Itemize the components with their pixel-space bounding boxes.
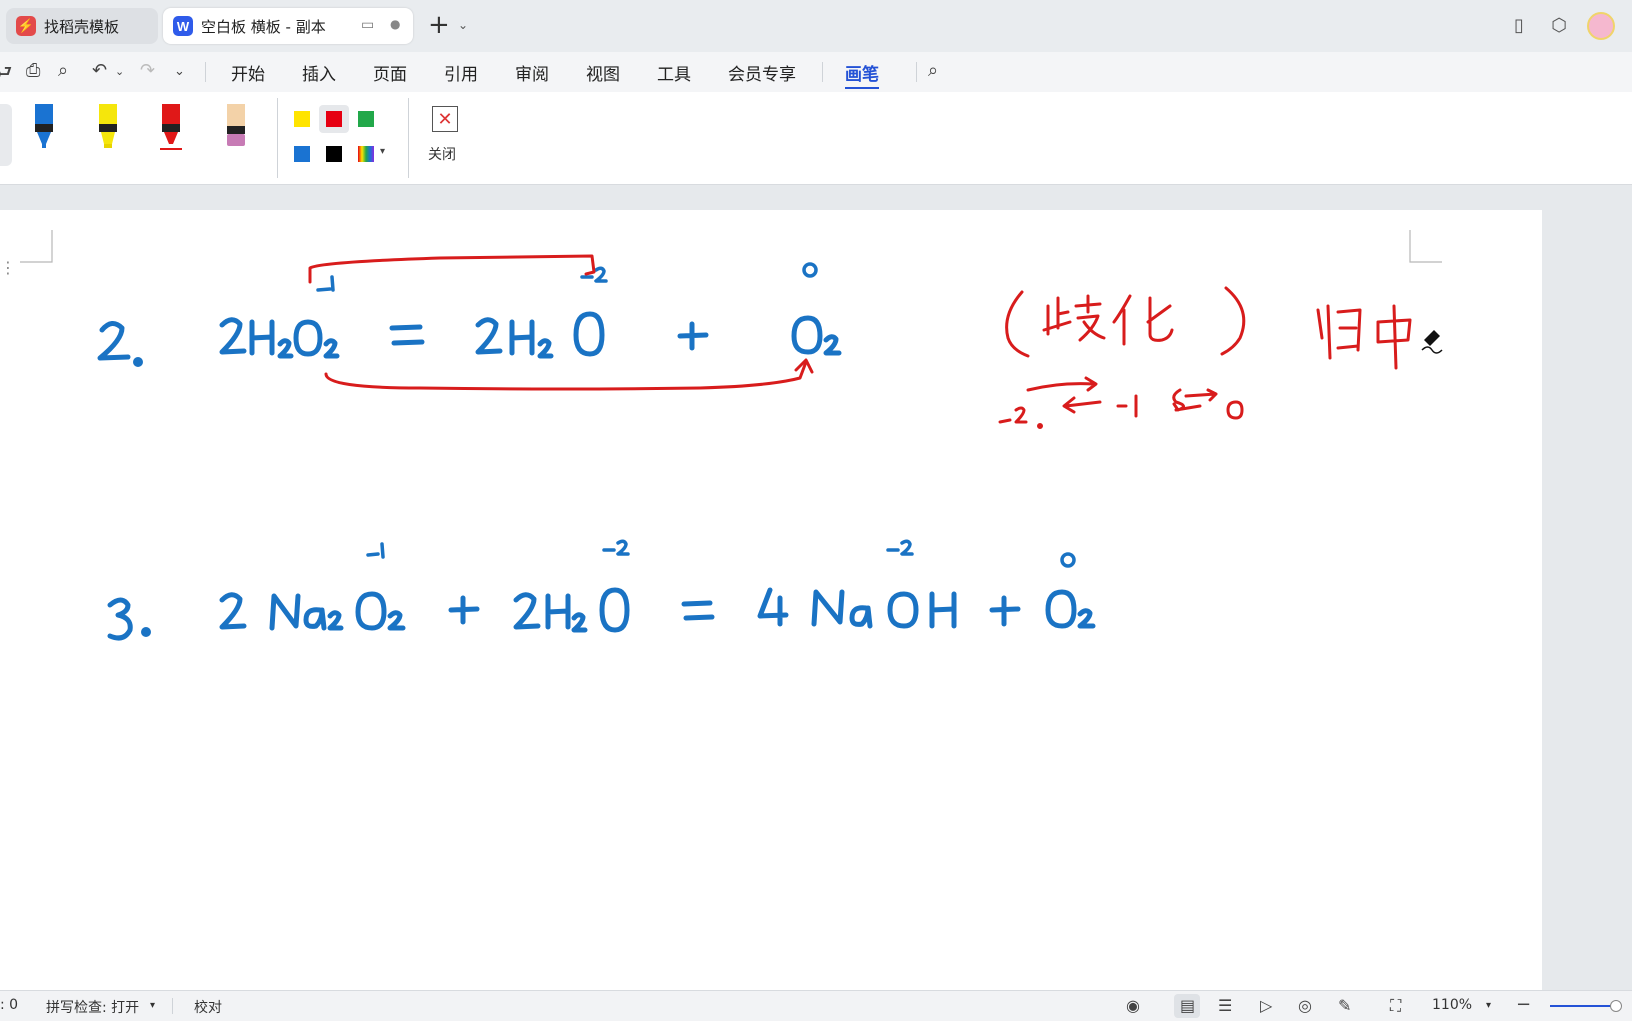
tab-docer-templates[interactable]: ⚡ 找稻壳模板 xyxy=(6,8,158,44)
close-pen-button[interactable]: 关闭 xyxy=(428,144,456,164)
undo-icon[interactable]: ↶ xyxy=(92,60,107,81)
avatar[interactable] xyxy=(1587,12,1615,40)
divider xyxy=(205,62,206,82)
spellcheck-status[interactable]: 拼写检查: 打开 xyxy=(46,997,139,1017)
status-bar: : 0 拼写检查: 打开 ▾ 校对 ◉ ▤ ☰ ▷ ◎ ✎ ⛶ 110% ▾ − xyxy=(0,990,1632,1021)
zoom-level[interactable]: 110% xyxy=(1432,997,1472,1013)
divider xyxy=(408,98,409,178)
divider xyxy=(172,998,173,1014)
menu-insert[interactable]: 插入 xyxy=(302,60,336,85)
divider xyxy=(277,98,278,178)
document-page[interactable]: ⋮ xyxy=(0,210,1542,1010)
monitor-icon[interactable]: ▭ xyxy=(361,17,374,33)
menu-member[interactable]: 会员专享 xyxy=(728,60,796,85)
red-pen-icon[interactable] xyxy=(160,104,182,152)
redo-icon[interactable]: ↷ xyxy=(140,60,155,81)
menu-tools[interactable]: 工具 xyxy=(657,60,691,85)
color-yellow-swatch[interactable] xyxy=(294,111,310,127)
web-view-icon[interactable]: ◎ xyxy=(1298,996,1312,1015)
zoom-out-icon[interactable]: − xyxy=(1516,994,1531,1015)
color-blue-swatch[interactable] xyxy=(294,146,310,162)
docer-logo-icon: ⚡ xyxy=(16,16,36,36)
color-red-swatch[interactable] xyxy=(326,111,342,127)
play-icon[interactable]: ▷ xyxy=(1260,996,1272,1015)
menu-pen[interactable]: 画笔 xyxy=(845,60,879,89)
menu-page[interactable]: 页面 xyxy=(373,60,407,85)
new-tab-button[interactable]: + xyxy=(428,12,450,38)
print-preview-icon[interactable]: ⌕ xyxy=(58,60,68,81)
more-chevron-icon[interactable]: ⌄ xyxy=(174,64,185,79)
panel-toggle-icon[interactable]: ▯ xyxy=(1508,14,1530,36)
equation-2 xyxy=(97,262,842,367)
zoom-slider[interactable] xyxy=(1550,1005,1618,1007)
proofread-button[interactable]: 校对 xyxy=(194,997,222,1017)
outline-view-icon[interactable]: ☰ xyxy=(1218,996,1232,1015)
eraser-icon[interactable] xyxy=(225,104,247,152)
menu-bar: ⮐ ⎙ ⌕ ↶ ⌄ ↷ ⌄ 开始 插入 页面 引用 审阅 视图 工具 会员专享 … xyxy=(0,52,1632,93)
tab-document[interactable]: W 空白板 横板 - 副本 ▭ ● xyxy=(163,8,413,44)
chevron-down-icon[interactable]: ▾ xyxy=(380,146,385,157)
red-annotations xyxy=(308,254,1412,429)
color-black-swatch[interactable] xyxy=(326,146,342,162)
menu-review[interactable]: 审阅 xyxy=(515,60,549,85)
eye-icon[interactable]: ◉ xyxy=(1126,996,1140,1015)
divider xyxy=(916,62,917,82)
search-icon[interactable]: ⌕ xyxy=(928,60,938,81)
divider xyxy=(822,62,823,82)
more-colors-swatch[interactable] xyxy=(358,146,374,162)
ink-layer[interactable] xyxy=(0,210,1542,1010)
undo-chevron-icon[interactable]: ⌄ xyxy=(115,65,124,78)
margin-corner-mark xyxy=(20,230,53,263)
color-green-swatch[interactable] xyxy=(358,111,374,127)
share-icon[interactable]: ⮐ xyxy=(0,60,12,90)
tab-title: 空白板 横板 - 副本 xyxy=(201,17,326,36)
pen-mode-icon[interactable]: ✎ xyxy=(1338,996,1351,1015)
tab-title: 找稻壳模板 xyxy=(44,17,120,36)
fit-screen-icon[interactable]: ⛶ xyxy=(1390,996,1401,1016)
document-canvas: ⋮ xyxy=(0,185,1632,1010)
menu-start[interactable]: 开始 xyxy=(231,60,265,85)
chevron-down-icon[interactable]: ▾ xyxy=(1486,1000,1491,1011)
menu-view[interactable]: 视图 xyxy=(586,60,620,85)
close-icon[interactable]: ✕ xyxy=(432,106,458,132)
word-count[interactable]: : 0 xyxy=(0,997,18,1013)
pen-cursor-icon xyxy=(1421,330,1443,354)
print-icon[interactable]: ⎙ xyxy=(26,60,40,81)
unsaved-dot-icon[interactable]: ● xyxy=(390,17,400,31)
wps-writer-icon: W xyxy=(173,16,193,36)
equation-3 xyxy=(107,539,1096,641)
tool-selection-edge[interactable] xyxy=(0,104,12,166)
margin-corner-mark xyxy=(1409,230,1442,263)
menu-reference[interactable]: 引用 xyxy=(444,60,478,85)
blue-pen-icon[interactable] xyxy=(33,104,55,152)
tab-bar: ⚡ 找稻壳模板 W 空白板 横板 - 副本 ▭ ● + ⌄ ▯ ⬡ xyxy=(0,0,1632,52)
yellow-highlighter-icon[interactable] xyxy=(97,104,119,152)
page-view-icon[interactable]: ▤ xyxy=(1180,996,1195,1015)
zoom-slider-knob[interactable] xyxy=(1610,1000,1622,1012)
pen-toolbar: ▾ ✕ 关闭 xyxy=(0,92,1632,185)
cube-icon[interactable]: ⬡ xyxy=(1548,14,1570,36)
chevron-down-icon[interactable]: ⌄ xyxy=(458,18,468,32)
chevron-down-icon[interactable]: ▾ xyxy=(150,1000,155,1011)
